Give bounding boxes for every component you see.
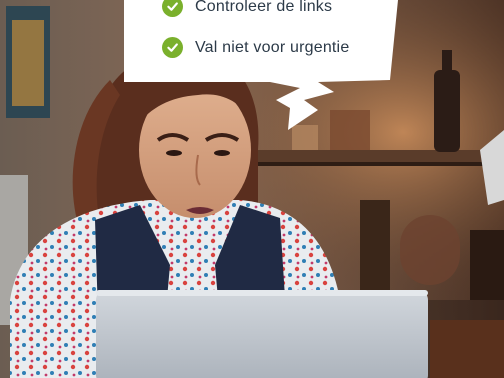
checklist-item-label: Val niet voor urgentie <box>195 38 350 56</box>
checklist-item: Val niet voor urgentie <box>162 37 349 58</box>
checklist-item-label: Controleer de links <box>195 0 333 15</box>
checklist-item: Controleer de links <box>162 0 332 17</box>
speech-bubble <box>124 0 398 130</box>
check-circle-icon <box>162 37 183 58</box>
check-circle-icon <box>162 0 183 17</box>
promo-scene: Controleer de links Val niet voor urgent… <box>0 0 504 378</box>
